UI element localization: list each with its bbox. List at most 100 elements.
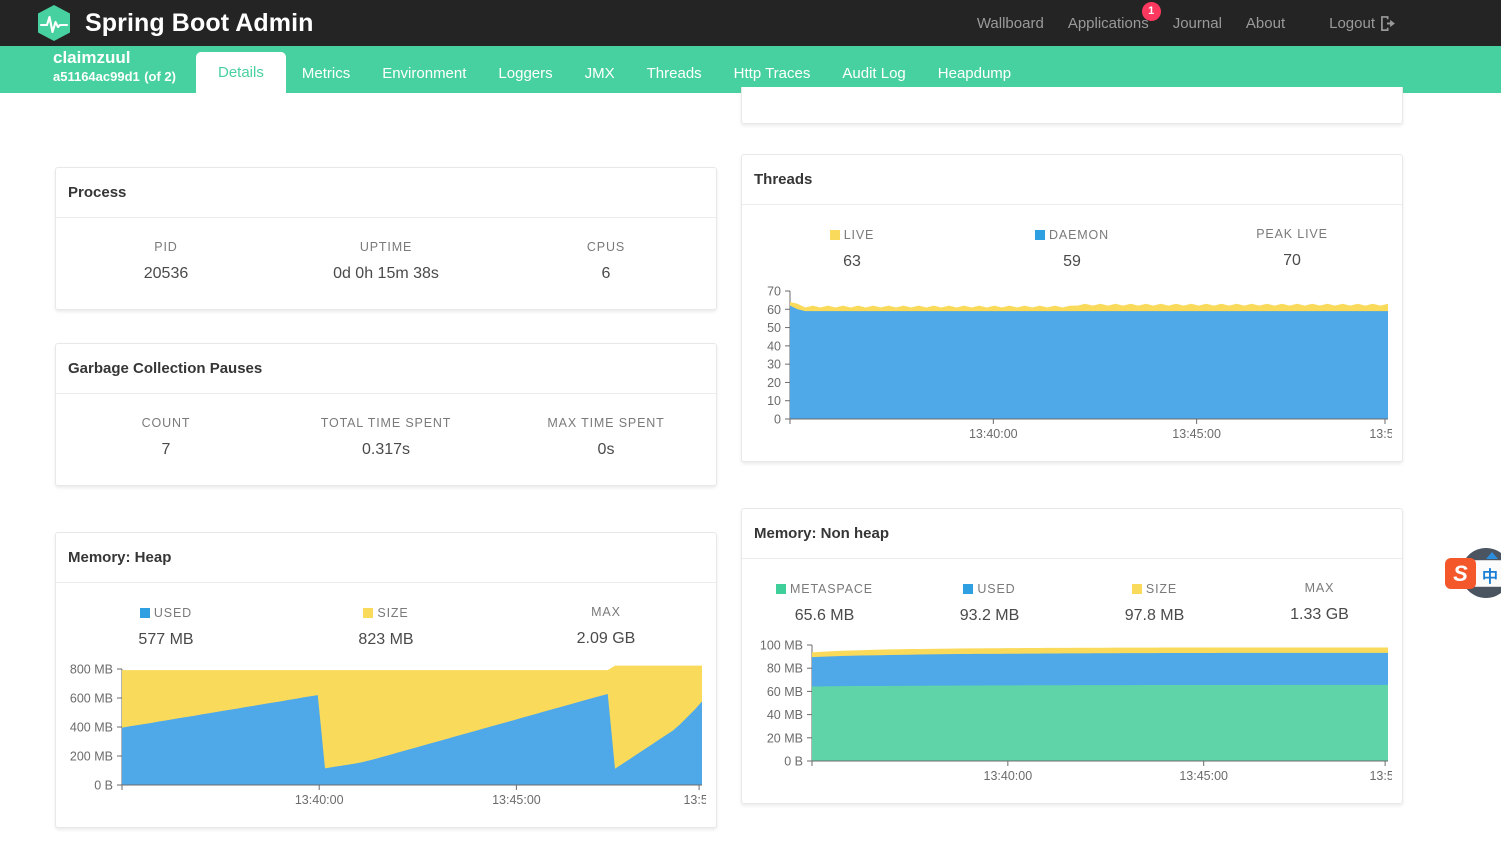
threads-card-header: Threads: [742, 155, 1402, 205]
svg-text:50: 50: [767, 321, 781, 335]
legend-swatch-nonheap-used-icon: [963, 584, 974, 594]
application-tab-bar: claimzuul a51164ac99d1 (of 2) Details Me…: [0, 46, 1501, 93]
tab-loggers[interactable]: Loggers: [482, 55, 568, 93]
stat-heap-max-label: MAX: [591, 605, 621, 619]
tab-threads[interactable]: Threads: [631, 55, 718, 93]
garbage-collection-pauses-card: Garbage Collection Pauses COUNT 7 TOTAL …: [55, 343, 717, 486]
nav-link-wallboard[interactable]: Wallboard: [977, 15, 1044, 32]
stat-threads-daemon: DAEMON 59: [962, 227, 1182, 271]
nav-link-applications-label: Applications: [1067, 14, 1149, 32]
nav-link-applications[interactable]: Applications 1: [1067, 1, 1161, 32]
memory-nonheap-card-body: METASPACE 65.6 MB USED 93.2 MB SIZE 97.8…: [742, 559, 1402, 803]
top-navbar: Spring Boot Admin Wallboard Applications…: [0, 0, 1501, 46]
sogou-logo-icon[interactable]: S: [1445, 558, 1476, 589]
brand[interactable]: Spring Boot Admin: [0, 4, 314, 42]
threads-card: Threads LIVE 63 DAEMON 59 PEAK LIVE 70 0…: [741, 154, 1403, 462]
svg-text:13:40:00: 13:40:00: [969, 427, 1018, 441]
memory-nonheap-card-header: Memory: Non heap: [742, 509, 1402, 559]
stat-nonheap-used-label: USED: [963, 582, 1015, 596]
threads-card-title: Threads: [754, 171, 813, 188]
stat-gc-max-time-label: MAX TIME SPENT: [547, 416, 665, 430]
svg-text:60: 60: [767, 303, 781, 317]
svg-text:80 MB: 80 MB: [767, 662, 803, 676]
tab-metrics[interactable]: Metrics: [286, 55, 366, 93]
svg-text:200 MB: 200 MB: [70, 750, 113, 764]
tab-list: Details Metrics Environment Loggers JMX …: [196, 46, 1027, 93]
threads-card-body: LIVE 63 DAEMON 59 PEAK LIVE 70 0 10 20 3…: [742, 205, 1402, 461]
left-column: Process PID 20536 UPTIME 0d 0h 15m 38s C…: [55, 93, 717, 849]
threads-stats: LIVE 63 DAEMON 59 PEAK LIVE 70: [742, 205, 1402, 285]
spring-boot-admin-logo-icon: [38, 5, 70, 41]
stat-threads-daemon-label: DAEMON: [1035, 228, 1109, 242]
svg-text:13:50: 13:50: [1369, 769, 1392, 783]
stat-threads-daemon-value: 59: [1063, 253, 1081, 270]
memory-heap-chart: 0 B 200 MB 400 MB 600 MB 800 MB 13:40:00 13:45…: [70, 663, 706, 807]
stat-nonheap-used-value: 93.2 MB: [959, 607, 1020, 624]
gc-card-title: Garbage Collection Pauses: [68, 360, 263, 377]
logout-icon: [1381, 15, 1395, 31]
stat-nonheap-used: USED 93.2 MB: [907, 581, 1072, 625]
memory-heap-card-header: Memory: Heap: [56, 533, 716, 583]
stat-nonheap-max: MAX 1.33 GB: [1237, 581, 1402, 625]
brand-title: Spring Boot Admin: [85, 8, 314, 37]
memory-nonheap-stats: METASPACE 65.6 MB USED 93.2 MB SIZE 97.8…: [742, 559, 1402, 639]
stat-cpus: CPUS 6: [496, 240, 716, 283]
stat-heap-size: SIZE 823 MB: [276, 605, 496, 649]
svg-text:40 MB: 40 MB: [767, 708, 803, 722]
stat-gc-count-label: COUNT: [141, 416, 191, 430]
process-card-header: Process: [56, 168, 716, 218]
nav-link-journal[interactable]: Journal: [1173, 15, 1222, 32]
svg-text:70: 70: [767, 285, 781, 299]
nav-link-about[interactable]: About: [1246, 15, 1285, 32]
stat-gc-total-time-value: 0.317s: [361, 441, 411, 458]
svg-text:13:50: 13:50: [1369, 427, 1392, 441]
stat-gc-total-time: TOTAL TIME SPENT 0.317s: [276, 416, 496, 459]
svg-text:13:45:00: 13:45:00: [1172, 427, 1221, 441]
stat-threads-peak-live: PEAK LIVE 70: [1182, 227, 1402, 271]
logout-button[interactable]: Logout: [1329, 15, 1397, 32]
details-content: Process PID 20536 UPTIME 0d 0h 15m 38s C…: [0, 87, 1501, 849]
ime-floating-toolbar[interactable]: S 中: [1445, 548, 1501, 598]
tab-jmx[interactable]: JMX: [569, 55, 631, 93]
stat-gc-total-time-label: TOTAL TIME SPENT: [320, 416, 452, 430]
stat-heap-used-label: USED: [139, 606, 192, 620]
tab-environment[interactable]: Environment: [366, 55, 482, 93]
stat-nonheap-size-label: SIZE: [1131, 582, 1177, 596]
ime-caret-icon: [1486, 552, 1498, 559]
svg-text:0 B: 0 B: [784, 755, 803, 769]
svg-text:100 MB: 100 MB: [760, 639, 803, 653]
ime-mode-label[interactable]: 中: [1482, 563, 1498, 587]
svg-text:0 B: 0 B: [94, 779, 113, 793]
card-grid: Process PID 20536 UPTIME 0d 0h 15m 38s C…: [55, 87, 1446, 849]
stat-uptime-value: 0d 0h 15m 38s: [333, 265, 439, 282]
svg-text:20 MB: 20 MB: [767, 731, 803, 745]
stat-gc-max-time: MAX TIME SPENT 0s: [496, 416, 716, 459]
application-instance-count: (of 2): [144, 68, 176, 84]
svg-text:400 MB: 400 MB: [70, 721, 113, 735]
tab-details[interactable]: Details: [196, 52, 286, 93]
memory-heap-card-title: Memory: Heap: [68, 549, 172, 566]
memory-nonheap-card: Memory: Non heap METASPACE 65.6 MB USED: [741, 508, 1403, 804]
legend-swatch-nonheap-size-icon: [1131, 584, 1142, 594]
memory-nonheap-chart-wrap: 0 B 20 MB 40 MB 60 MB 80 MB 100 MB 13:40:00 13:…: [742, 639, 1402, 803]
svg-text:800 MB: 800 MB: [70, 663, 113, 677]
process-card: Process PID 20536 UPTIME 0d 0h 15m 38s C…: [55, 167, 717, 310]
svg-text:13:40:00: 13:40:00: [295, 793, 344, 807]
stat-gc-count-value: 7: [161, 441, 171, 458]
stat-threads-live-value: 63: [843, 253, 861, 270]
memory-heap-stats: USED 577 MB SIZE 823 MB MAX 2.09 GB: [56, 583, 716, 663]
stat-pid: PID 20536: [56, 240, 276, 283]
memory-nonheap-card-title: Memory: Non heap: [754, 525, 890, 542]
stat-threads-peak-live-label: PEAK LIVE: [1256, 227, 1328, 241]
svg-text:10: 10: [767, 394, 781, 408]
stat-heap-max-value: 2.09 GB: [576, 630, 636, 647]
process-stats: PID 20536 UPTIME 0d 0h 15m 38s CPUS 6: [56, 218, 716, 309]
threads-chart-wrap: 0 10 20 30 40 50 60 70 13:40:00 13:45:00 13:50: [742, 285, 1402, 461]
stat-nonheap-size-value: 97.8 MB: [1124, 607, 1185, 624]
svg-text:40: 40: [767, 339, 781, 353]
application-name: claimzuul: [53, 48, 131, 67]
stat-heap-used: USED 577 MB: [56, 605, 276, 649]
memory-heap-card: Memory: Heap USED 577 MB SIZE 823 MB MAX…: [55, 532, 717, 828]
stat-uptime: UPTIME 0d 0h 15m 38s: [276, 240, 496, 283]
threads-chart: 0 10 20 30 40 50 60 70 13:40:00 13:45:00 13:50: [767, 285, 1392, 441]
